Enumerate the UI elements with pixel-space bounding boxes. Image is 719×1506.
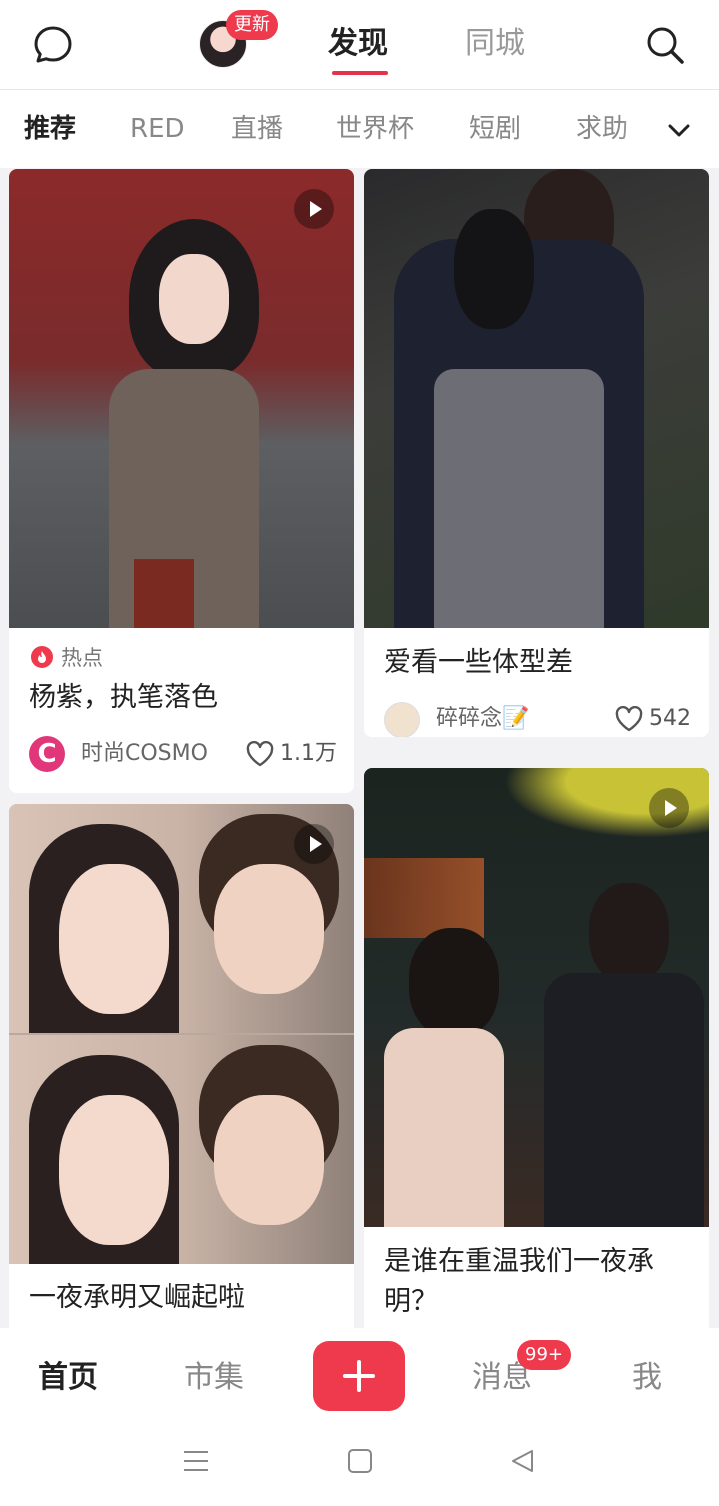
fade-overlay bbox=[620, 100, 660, 158]
category-short-drama[interactable]: 短剧 bbox=[469, 110, 521, 148]
nav-me[interactable]: 我 bbox=[632, 1356, 662, 1400]
category-live[interactable]: 直播 bbox=[231, 110, 283, 148]
card-image bbox=[364, 768, 709, 1227]
top-bar: 更新 发现 同城 bbox=[0, 0, 719, 90]
publish-plus-button[interactable] bbox=[313, 1341, 405, 1411]
nav-market[interactable]: 市集 bbox=[184, 1356, 244, 1400]
card-title: 一夜承明又崛起啦 bbox=[29, 1282, 245, 1313]
category-world-cup[interactable]: 世界杯 bbox=[336, 110, 414, 148]
chat-bubble-icon[interactable] bbox=[32, 24, 74, 66]
chevron-down-icon[interactable] bbox=[666, 118, 692, 144]
play-icon bbox=[294, 189, 334, 229]
home-square-icon[interactable] bbox=[347, 1448, 373, 1478]
like-count: 1.1万 bbox=[280, 741, 337, 766]
category-recommend[interactable]: 推荐 bbox=[24, 110, 76, 148]
search-icon[interactable] bbox=[644, 24, 686, 66]
category-bar: 推荐 RED 直播 世界杯 短剧 求助 bbox=[0, 90, 719, 168]
feed-card[interactable]: 一夜承明又崛起啦 bbox=[9, 804, 354, 1344]
flame-icon bbox=[31, 646, 53, 668]
tab-nearby[interactable]: 同城 bbox=[465, 22, 525, 66]
author-name: 时尚COSMO bbox=[81, 741, 208, 766]
back-triangle-icon[interactable] bbox=[510, 1448, 536, 1478]
heart-icon[interactable] bbox=[615, 705, 643, 732]
author-avatar: C bbox=[29, 736, 65, 772]
hot-tag: 热点 bbox=[61, 646, 103, 670]
play-icon bbox=[649, 788, 689, 828]
feed-card[interactable]: 爱看一些体型差 碎碎念📝 542 bbox=[364, 169, 709, 737]
menu-icon[interactable] bbox=[182, 1448, 210, 1478]
feed-card[interactable]: 热点 杨紫，执笔落色 C 时尚COSMO 1.1万 bbox=[9, 169, 354, 793]
bottom-nav: 首页 市集 消息 99+ 我 bbox=[0, 1328, 719, 1506]
card-image bbox=[9, 804, 354, 1264]
messages-badge: 99+ bbox=[517, 1340, 571, 1370]
category-red[interactable]: RED bbox=[130, 110, 185, 148]
feed-card[interactable]: 是谁在重温我们一夜承明？ bbox=[364, 768, 709, 1344]
active-tab-indicator bbox=[332, 71, 388, 75]
tab-discover[interactable]: 发现 bbox=[328, 22, 388, 66]
card-title: 是谁在重温我们一夜承明？ bbox=[384, 1246, 654, 1317]
heart-icon[interactable] bbox=[246, 740, 274, 767]
author-name: 碎碎念📝 bbox=[436, 706, 530, 731]
like-count: 542 bbox=[649, 706, 691, 731]
card-image bbox=[364, 169, 709, 628]
author-avatar bbox=[384, 702, 420, 737]
update-badge: 更新 bbox=[226, 10, 278, 40]
card-title: 杨紫，执笔落色 bbox=[29, 682, 218, 713]
nav-home[interactable]: 首页 bbox=[38, 1356, 98, 1400]
play-icon bbox=[294, 824, 334, 864]
card-image bbox=[9, 169, 354, 628]
card-title: 爱看一些体型差 bbox=[384, 647, 573, 678]
